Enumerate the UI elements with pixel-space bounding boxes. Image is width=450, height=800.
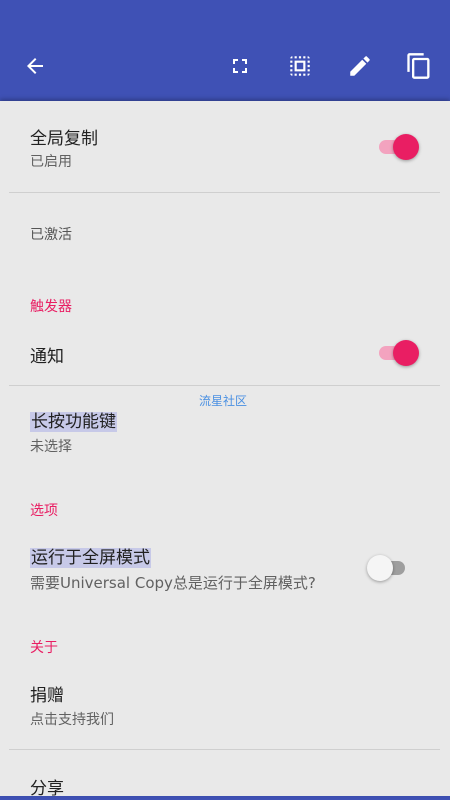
watermark-text: 流星社区 [199,394,248,408]
select-area-icon[interactable] [282,48,318,84]
settings-list: 全局复制 已启用 已激活 触发器 通知 长按功能键 未选择 选项 运行于全屏模式… [9,101,440,799]
settings-sheet: 全局复制 已启用 已激活 触发器 通知 长按功能键 未选择 选项 运行于全屏模式… [0,101,450,799]
share-title: 分享 [30,779,64,799]
fullscreen-mode-title: 运行于全屏模式 [30,548,151,568]
activation-status: 已激活 [9,193,440,283]
donate-subtitle: 点击支持我们 [30,712,114,728]
notification-switch[interactable] [375,339,419,366]
section-header-options: 选项 [30,503,58,519]
fullscreen-icon[interactable] [222,48,258,84]
setting-global-copy[interactable]: 全局复制 已启用 [9,101,440,193]
section-header-about: 关于 [30,640,58,656]
fullscreen-mode-switch[interactable] [367,554,411,581]
section-header-triggers: 触发器 [30,299,72,315]
donate-title: 捐赠 [30,686,64,706]
fullscreen-mode-subtitle: 需要Universal Copy总是运行于全屏模式? [30,574,316,592]
activated-text: 已激活 [30,227,72,243]
arrow-back-icon[interactable] [17,48,53,84]
notification-title: 通知 [30,347,64,367]
setting-share[interactable]: 分享 [9,750,440,799]
setting-donate[interactable]: 捐赠 点击支持我们 [9,665,440,749]
copy-icon[interactable] [401,48,437,84]
long-press-title: 长按功能键 [30,412,117,432]
long-press-subtitle: 未选择 [30,439,72,455]
global-copy-title: 全局复制 [30,129,98,149]
edit-icon[interactable] [342,48,378,84]
setting-notification[interactable]: 通知 [9,325,440,385]
setting-fullscreen-mode[interactable]: 运行于全屏模式 需要Universal Copy总是运行于全屏模式? [9,529,440,604]
global-copy-switch[interactable] [375,133,419,160]
app-bar [0,0,450,101]
global-copy-subtitle: 已启用 [30,154,72,170]
